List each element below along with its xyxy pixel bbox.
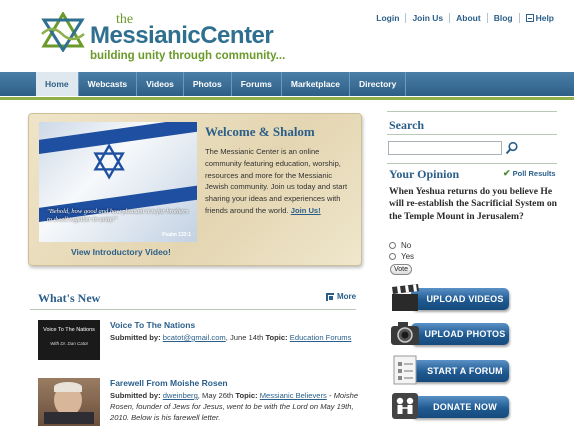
upload-photos-button[interactable]: UPLOAD PHOTOS xyxy=(389,317,511,349)
news-title-link[interactable]: Farewell From Moishe Rosen xyxy=(110,378,228,388)
nav-webcasts[interactable]: Webcasts xyxy=(79,72,138,96)
camera-icon xyxy=(391,322,419,345)
poll-option-label: No xyxy=(401,241,412,250)
checkmark-icon: ✔ xyxy=(503,168,511,178)
news-thumbnail[interactable]: Voice To The Nations With Dr. Dan Catot xyxy=(38,320,100,360)
logo-mark-icon xyxy=(41,12,85,52)
logo-name: MessianicCenter xyxy=(90,22,274,49)
cta-label: START A FORUM xyxy=(411,360,509,382)
search-icon[interactable] xyxy=(505,141,519,155)
submitted-label: Submitted by: xyxy=(110,333,161,342)
topic-link[interactable]: Education Forums xyxy=(290,333,352,342)
logo-tagline: building unity through community... xyxy=(90,50,286,62)
poll-option-label: Yes xyxy=(401,252,415,261)
poll-results-link[interactable]: ✔ Poll Results xyxy=(503,168,556,179)
radio-button[interactable] xyxy=(389,242,396,249)
cta-label: UPLOAD PHOTOS xyxy=(411,323,509,345)
image-quote: "Behold, how good and how pleasant it is… xyxy=(47,208,189,224)
forum-document-icon xyxy=(393,355,417,385)
start-forum-button[interactable]: START A FORUM xyxy=(389,354,511,386)
author-link[interactable]: bcatot@gmail.com xyxy=(163,333,226,342)
thumb-subtitle: With Dr. Dan Catot xyxy=(50,341,88,346)
sidebar-divider xyxy=(387,134,557,135)
image-citation: Psalm 133:1 xyxy=(162,232,191,238)
top-links: Login Join Us About Blog Help xyxy=(370,13,560,23)
news-meta: Submitted by: dweinberg, May 26th Topic:… xyxy=(110,390,370,423)
topic-label: Topic: xyxy=(265,333,288,342)
author-link[interactable]: dweinberg xyxy=(163,391,198,400)
news-date: , June 14th xyxy=(225,333,264,342)
thumb-title: Voice To The Nations xyxy=(43,327,95,333)
sidebar-divider xyxy=(387,111,557,112)
cta-label: UPLOAD VIDEOS xyxy=(411,288,509,310)
vote-button[interactable]: Vote xyxy=(390,264,412,275)
submitted-label: Submitted by: xyxy=(110,391,161,400)
blog-link[interactable]: Blog xyxy=(486,13,519,23)
news-item: Voice To The Nations With Dr. Dan Catot … xyxy=(38,320,356,366)
join-us-inline-link[interactable]: Join Us! xyxy=(291,206,321,215)
donate-now-button[interactable]: DONATE NOW xyxy=(389,390,511,422)
help-link[interactable]: Help xyxy=(518,13,560,23)
poll-results-label: Poll Results xyxy=(512,169,556,178)
news-date: , May 26th xyxy=(197,391,234,400)
news-meta: Submitted by: bcatot@gmail.com, June 14t… xyxy=(110,332,370,343)
more-link[interactable]: More xyxy=(326,292,356,301)
more-icon xyxy=(326,292,334,301)
nav-directory[interactable]: Directory xyxy=(350,72,407,96)
login-link[interactable]: Login xyxy=(370,13,405,23)
main-nav: Home Webcasts Videos Photos Forums Marke… xyxy=(0,72,574,96)
whats-new-title: What's New xyxy=(38,291,101,305)
donate-people-icon xyxy=(392,393,418,419)
welcome-title: Welcome & Shalom xyxy=(205,124,315,139)
star-of-david-icon: ✡ xyxy=(89,137,130,190)
poll-question: When Yeshua returns do you believe He wi… xyxy=(389,186,557,222)
israel-flag-image[interactable]: ✡ "Behold, how good and how pleasant it … xyxy=(39,122,197,242)
cta-label: DONATE NOW xyxy=(411,396,509,418)
opinion-title: Your Opinion xyxy=(389,167,460,181)
more-label: More xyxy=(337,292,357,301)
news-item: Farewell From Moishe Rosen Submitted by:… xyxy=(38,378,358,426)
topic-link[interactable]: Messianic Believers xyxy=(260,391,327,400)
welcome-body: The Messianic Center is an online commun… xyxy=(205,147,348,215)
about-link[interactable]: About xyxy=(449,13,487,23)
news-thumbnail[interactable] xyxy=(38,378,100,426)
sidebar-divider xyxy=(387,163,557,164)
join-us-link[interactable]: Join Us xyxy=(405,13,449,23)
whats-new-divider xyxy=(30,309,356,310)
welcome-panel: ✡ "Behold, how good and how pleasant it … xyxy=(28,113,362,266)
radio-button[interactable] xyxy=(389,253,396,260)
clapperboard-icon xyxy=(392,284,419,311)
news-title-link[interactable]: Voice To The Nations xyxy=(110,320,195,330)
portrait-hair xyxy=(54,382,82,392)
nav-divider xyxy=(0,97,574,100)
nav-photos[interactable]: Photos xyxy=(184,72,232,96)
poll-option-no[interactable]: No xyxy=(389,241,411,250)
topic-label: Topic: xyxy=(235,391,258,400)
welcome-text: The Messianic Center is an online commun… xyxy=(205,146,357,217)
intro-video-link[interactable]: View Introductory Video! xyxy=(71,247,171,257)
portrait-suit xyxy=(44,412,94,424)
search-title: Search xyxy=(389,118,425,132)
nav-videos[interactable]: Videos xyxy=(137,72,184,96)
nav-home[interactable]: Home xyxy=(36,72,79,96)
upload-videos-button[interactable]: UPLOAD VIDEOS xyxy=(389,282,511,314)
nav-marketplace[interactable]: Marketplace xyxy=(282,72,350,96)
site-logo[interactable]: the MessianicCenter building unity throu… xyxy=(38,8,285,63)
help-label: Help xyxy=(535,13,554,23)
nav-forums[interactable]: Forums xyxy=(232,72,282,96)
help-icon xyxy=(525,14,534,22)
search-input[interactable] xyxy=(388,141,502,155)
poll-option-yes[interactable]: Yes xyxy=(389,252,414,261)
